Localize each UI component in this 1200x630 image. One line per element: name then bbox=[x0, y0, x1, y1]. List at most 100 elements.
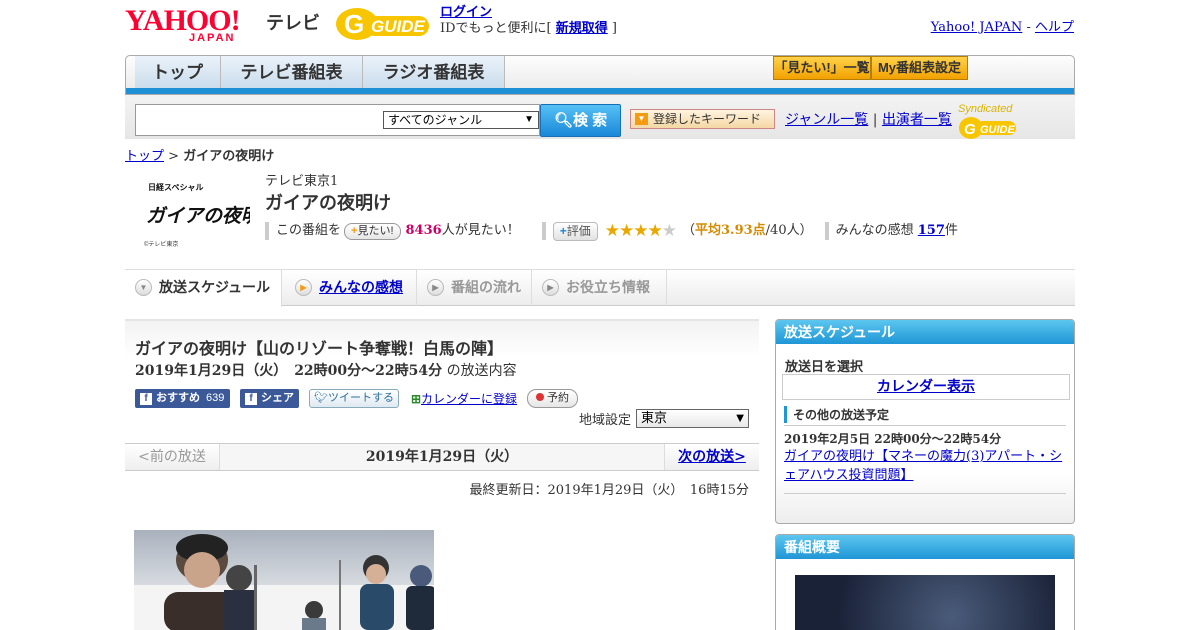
register-link[interactable]: 新規取得 bbox=[556, 21, 608, 36]
program-logo: 日経スペシャル ガイアの夜明け ©テレビ東京 bbox=[140, 180, 281, 250]
login-link[interactable]: ログイン bbox=[440, 5, 492, 20]
login-prefix: IDでもっと便利に[ bbox=[440, 21, 556, 36]
tv-label: テレビ bbox=[266, 13, 320, 33]
mitai-button[interactable]: +見たい! bbox=[344, 222, 401, 240]
current-broadcast-date: 2019年1月29日（火） bbox=[220, 444, 664, 470]
calendar-link[interactable]: カレンダーに登録 bbox=[421, 390, 517, 407]
divider bbox=[784, 425, 1066, 426]
episode-title: ガイアの夜明け【山のリゾート争奪戦！白馬の陣】 bbox=[135, 341, 504, 358]
yahoo-japan-link[interactable]: Yahoo! JAPAN bbox=[931, 20, 1023, 35]
next-broadcast[interactable]: 次の放送> bbox=[664, 444, 759, 470]
kanso-count-link[interactable]: 157 bbox=[918, 220, 945, 242]
top-links: Yahoo! JAPAN - ヘルプ bbox=[931, 16, 1074, 35]
tweet-button[interactable]: 🐦︎ツイートする bbox=[309, 389, 399, 408]
gguide-logo[interactable]: G GUIDE bbox=[335, 6, 433, 42]
program-subtabs: ▼ 放送スケジュール ▶ みんなの感想 ▶ 番組の流れ ▶ お役立ち情報 bbox=[125, 269, 1075, 307]
dropdown-arrow-icon: ▼ bbox=[635, 113, 648, 125]
other-broadcast-item: ガイアの夜明け【マネーの魔力(3)アパート・シェアハウス投資問題】 bbox=[784, 447, 1066, 485]
plus-icon: + bbox=[559, 223, 567, 238]
top-link-separator: - bbox=[1022, 20, 1035, 35]
calendar-plus-icon: ⊞ bbox=[410, 391, 422, 406]
prev-broadcast[interactable]: <前の放送 bbox=[125, 444, 220, 470]
mitai-button-label: 見たい! bbox=[357, 224, 394, 237]
breadcrumb-top-link[interactable]: トップ bbox=[125, 149, 164, 164]
divider-bar bbox=[265, 222, 269, 240]
chevron-down-icon: ▼ bbox=[736, 413, 744, 424]
last-updated: 最終更新日：2019年1月29日（火） 16時15分 bbox=[469, 483, 749, 498]
mitai-count: 8436 bbox=[405, 223, 442, 238]
other-broadcast-date: 2019年2月5日 22時00分～22時54分 bbox=[784, 432, 1002, 446]
rate-button-label: 評価 bbox=[566, 223, 591, 238]
tab-reviews[interactable]: ▶ みんなの感想 bbox=[285, 270, 417, 306]
genre-select[interactable]: すべてのジャンル ▼ bbox=[383, 111, 539, 129]
fb-share-label: シェア bbox=[261, 392, 294, 404]
kanso-unit: 件 bbox=[944, 223, 958, 238]
mitai-suffix: 人が見たい！ bbox=[441, 223, 520, 238]
program-stats: この番組を +見たい! 8436 人が見たい！ +評価 ★★★★★ （平均3.9… bbox=[265, 220, 958, 242]
syndicated-label: Syndicated bbox=[958, 103, 1013, 115]
genre-select-value: すべてのジャンル bbox=[388, 113, 483, 127]
svg-text:©テレビ東京: ©テレビ東京 bbox=[144, 240, 178, 248]
nav-accent-bar bbox=[126, 88, 1074, 94]
facebook-icon: f bbox=[245, 392, 257, 405]
avg-score: 平均3.93点 bbox=[695, 223, 766, 238]
program-title: ガイアの夜明け bbox=[265, 193, 391, 213]
search-button[interactable]: 🔍︎検 索 bbox=[540, 104, 621, 137]
tab-label: 番組の流れ bbox=[451, 279, 521, 295]
tab-radio-schedule[interactable]: ラジオ番組表 bbox=[363, 56, 505, 90]
other-broadcast-link[interactable]: ガイアの夜明け【マネーの魔力(3)アパート・シェアハウス投資問題】 bbox=[784, 449, 1062, 483]
breadcrumb: トップ > ガイアの夜明け bbox=[125, 145, 274, 164]
tab-tv-schedule[interactable]: テレビ番組表 bbox=[221, 56, 363, 90]
episode-box: ガイアの夜明け【山のリゾート争奪戦！白馬の陣】 2019年1月29日（火） 22… bbox=[125, 319, 759, 443]
search-button-label: 検 索 bbox=[572, 112, 608, 129]
region-select[interactable]: 東京 ▼ bbox=[636, 409, 749, 428]
play-arrow-icon: ▶ bbox=[542, 279, 559, 296]
share-row: f おすすめ 639 f シェア 🐦︎ツイートする ⊞ カレンダーに登録 予約 bbox=[135, 389, 579, 408]
broadcast-schedule-panel: 放送スケジュール 放送日を選択 カレンダー表示 その他の放送予定 2019年2月… bbox=[775, 319, 1075, 524]
tab-broadcast-schedule[interactable]: ▼ 放送スケジュール bbox=[125, 270, 282, 307]
episode-photo bbox=[134, 530, 434, 630]
select-date-label: 放送日を選択 bbox=[785, 360, 864, 375]
facebook-recommend-button[interactable]: f おすすめ 639 bbox=[135, 389, 230, 408]
svg-text:G: G bbox=[964, 121, 976, 138]
rating-stars: ★★★★★ bbox=[605, 220, 677, 242]
avg-open: （ bbox=[681, 223, 695, 238]
yahoo-japan-logo[interactable]: YAHOO! JAPAN bbox=[125, 6, 261, 44]
episode-date-time: 2019年1月29日（火） 22時00分～22時54分 bbox=[135, 363, 443, 379]
breadcrumb-sep: > bbox=[164, 149, 184, 164]
my-bangumi-button[interactable]: My番組表設定 bbox=[871, 56, 968, 80]
mitai-prefix: この番組を bbox=[276, 223, 342, 238]
tab-top[interactable]: トップ bbox=[135, 56, 221, 90]
search-bar: すべてのジャンル ▼ 🔍︎検 索 ▼ 登録したキーワード ジャンル一覧 | 出演… bbox=[125, 95, 1075, 139]
episode-date-suffix: の放送内容 bbox=[442, 363, 517, 379]
other-schedule-header: その他の放送予定 bbox=[784, 406, 889, 423]
help-link[interactable]: ヘルプ bbox=[1035, 20, 1074, 35]
calendar-display[interactable]: カレンダー表示 bbox=[782, 374, 1070, 400]
genre-list-link[interactable]: ジャンル一覧 bbox=[785, 112, 868, 128]
tab-program-flow[interactable]: ▶ 番組の流れ bbox=[417, 270, 532, 306]
rate-button[interactable]: +評価 bbox=[552, 221, 598, 241]
episode-date: 2019年1月29日（火） 22時00分～22時54分 の放送内容 bbox=[135, 360, 517, 380]
next-broadcast-link[interactable]: 次の放送> bbox=[678, 449, 746, 465]
kanso-label: みんなの感想 bbox=[835, 223, 914, 238]
tab-useful-info[interactable]: ▶ お役立ち情報 bbox=[532, 270, 667, 306]
calendar-register[interactable]: ⊞ カレンダーに登録 bbox=[411, 390, 517, 407]
program-overview-panel: 番組概要 bbox=[775, 534, 1075, 630]
search-links: ジャンル一覧 | 出演者一覧 bbox=[785, 109, 952, 129]
play-arrow-icon: ▶ bbox=[427, 279, 444, 296]
calendar-display-link[interactable]: カレンダー表示 bbox=[877, 379, 975, 395]
schedule-panel-header: 放送スケジュール bbox=[776, 320, 1074, 344]
registered-keyword-button[interactable]: ▼ 登録したキーワード bbox=[630, 109, 775, 129]
record-dot-icon bbox=[536, 393, 545, 401]
reserve-button[interactable]: 予約 bbox=[527, 389, 579, 408]
channel-name: テレビ東京1 bbox=[265, 174, 339, 189]
svg-text:日経スペシャル: 日経スペシャル bbox=[148, 182, 203, 192]
region-label: 地域設定 bbox=[578, 413, 631, 428]
empty-star-icon: ★ bbox=[661, 221, 677, 241]
svg-text:GUIDE: GUIDE bbox=[371, 17, 426, 36]
performer-list-link[interactable]: 出演者一覧 bbox=[882, 112, 952, 128]
mitai-list-button[interactable]: 「見たい!」一覧 bbox=[773, 56, 871, 80]
fb-count: 639 bbox=[206, 392, 225, 404]
tweet-label: ツイートする bbox=[327, 392, 394, 404]
facebook-share-button[interactable]: f シェア bbox=[240, 389, 299, 408]
